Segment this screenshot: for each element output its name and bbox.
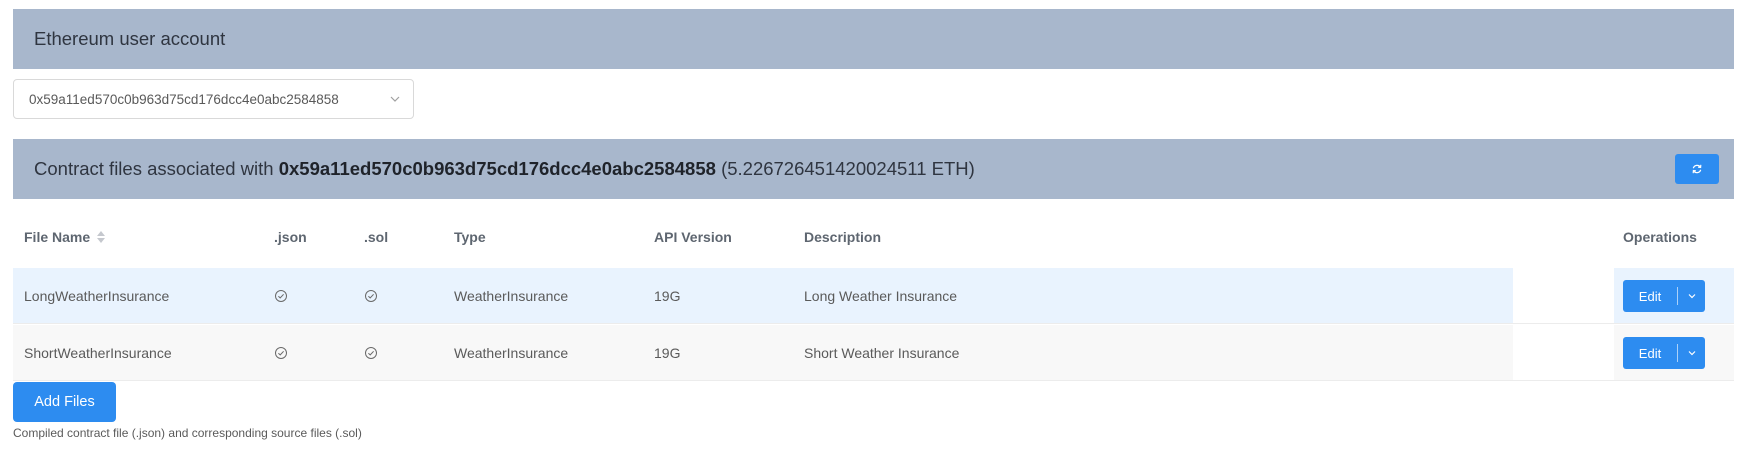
cell-json-status	[274, 325, 288, 381]
table-row[interactable]: ShortWeatherInsurance WeatherInsurance 1…	[13, 325, 1734, 381]
cell-file-name: LongWeatherInsurance	[24, 288, 170, 304]
column-header-api-version: API Version	[654, 229, 732, 245]
chevron-down-icon	[1688, 294, 1695, 299]
refresh-button[interactable]	[1675, 154, 1719, 184]
upload-hint-text: Compiled contract file (.json) and corre…	[13, 426, 362, 440]
column-header-description: Description	[804, 229, 882, 245]
account-section-title: Ethereum user account	[34, 28, 226, 49]
cell-type: WeatherInsurance	[454, 288, 569, 304]
check-circle-icon	[365, 290, 377, 302]
row-background	[13, 268, 1513, 324]
contracts-title-prefix: Contract files associated with	[34, 158, 274, 179]
table-row[interactable]: LongWeatherInsurance WeatherInsurance 19…	[13, 268, 1734, 324]
cell-file-name: ShortWeatherInsurance	[24, 345, 172, 361]
refresh-icon	[1692, 164, 1702, 174]
check-circle-icon	[365, 347, 377, 359]
column-header-operations: Operations	[1623, 229, 1697, 245]
chevron-down-icon	[1688, 351, 1695, 356]
cell-description: Long Weather Insurance	[804, 288, 958, 304]
column-header-file-name[interactable]: File Name	[24, 225, 106, 249]
cell-api-version: 19G	[654, 345, 681, 361]
row-background	[13, 325, 1513, 381]
column-header-sol: .sol	[364, 229, 389, 245]
cell-sol-status	[364, 325, 378, 381]
account-section-header: Ethereum user account	[13, 9, 1734, 69]
cell-description: Short Weather Insurance	[804, 345, 960, 361]
column-header-json: .json	[274, 229, 307, 245]
cell-sol-status	[364, 268, 378, 324]
edit-button-group[interactable]: Edit	[1623, 280, 1705, 312]
check-circle-icon	[275, 347, 287, 359]
edit-button[interactable]: Edit	[1623, 346, 1677, 361]
edit-button[interactable]: Edit	[1623, 289, 1677, 304]
account-select[interactable]: 0x59a11ed570c0b963d75cd176dcc4e0abc25848…	[13, 79, 414, 119]
chevron-down-icon	[390, 96, 400, 102]
check-circle-icon	[275, 290, 287, 302]
cell-json-status	[274, 268, 288, 324]
column-header-file-name-label: File Name	[24, 229, 91, 245]
edit-dropdown-button[interactable]	[1678, 291, 1705, 301]
contracts-account-address: 0x59a11ed570c0b963d75cd176dcc4e0abc25848…	[278, 158, 716, 179]
contracts-section-header: Contract files associated with 0x59a11ed…	[13, 139, 1734, 199]
column-header-type: Type	[454, 229, 486, 245]
edit-button-group[interactable]: Edit	[1623, 337, 1705, 369]
cell-type: WeatherInsurance	[454, 345, 569, 361]
sort-icon[interactable]	[96, 230, 106, 244]
account-balance: (5.226726451420024511 ETH)	[721, 158, 975, 179]
account-select-value: 0x59a11ed570c0b963d75cd176dcc4e0abc25848…	[29, 91, 339, 107]
cell-api-version: 19G	[654, 288, 681, 304]
edit-dropdown-button[interactable]	[1678, 348, 1705, 358]
add-files-button[interactable]: Add Files	[13, 382, 116, 422]
